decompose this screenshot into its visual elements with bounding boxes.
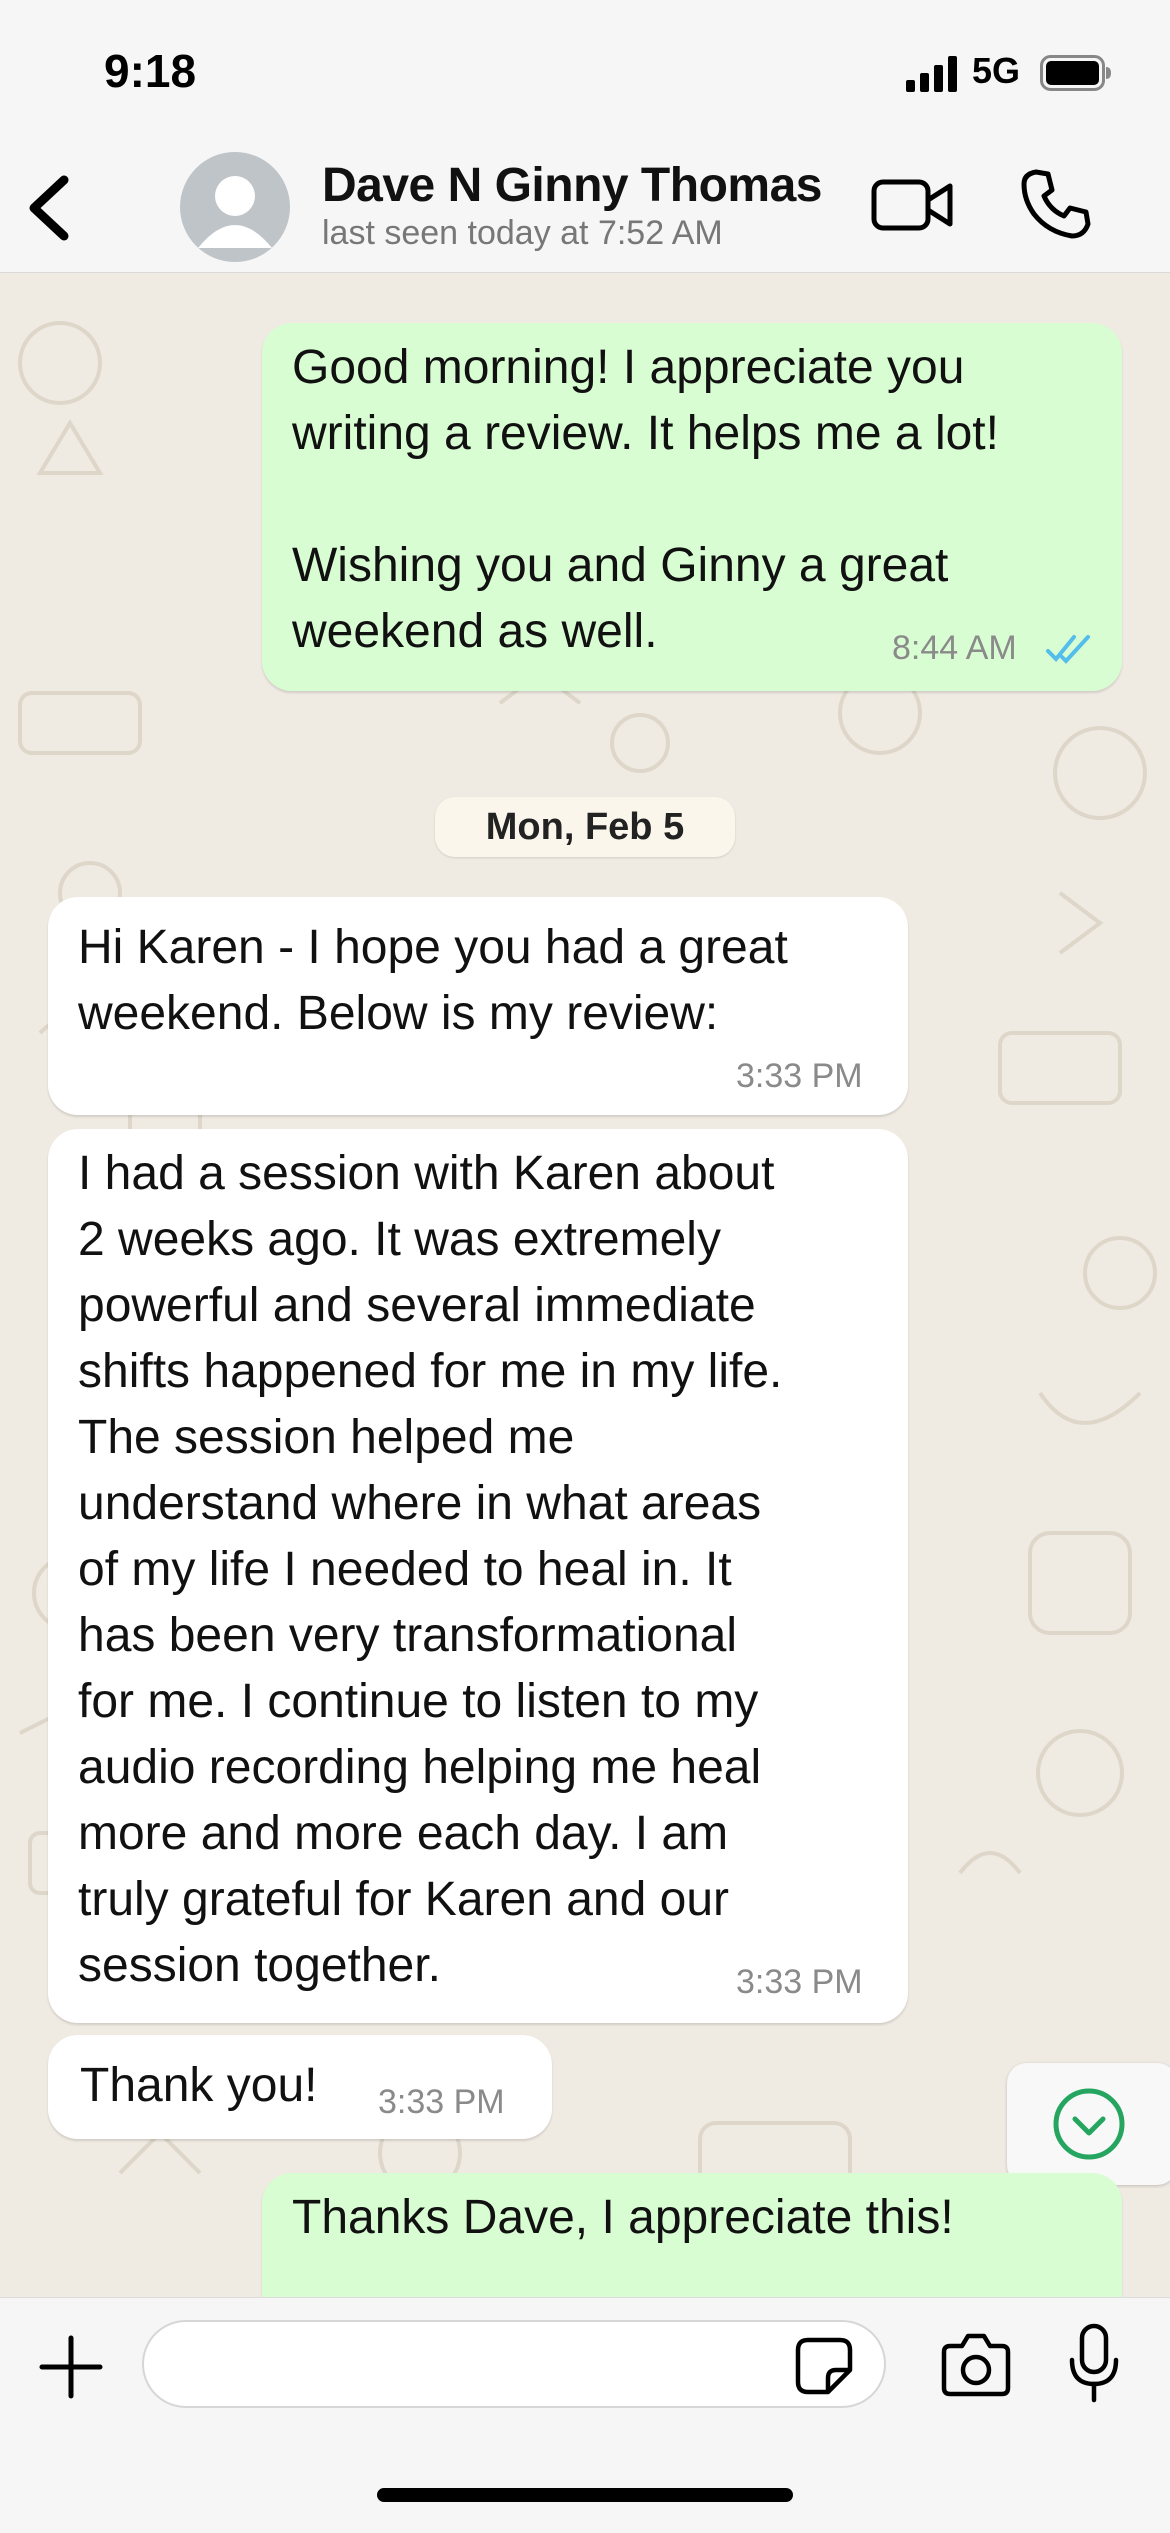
contact-avatar[interactable]	[180, 152, 290, 262]
message-text: I had a session with Karen about 2 weeks…	[78, 1147, 783, 1992]
last-seen-status: last seen today at 7:52 AM	[322, 214, 723, 252]
message-bubble-outgoing[interactable]: Good morning! I appreciate you writing a…	[262, 323, 1122, 691]
microphone-icon[interactable]	[1066, 2322, 1122, 2406]
message-time: 3:33 PM	[736, 1057, 863, 1095]
home-indicator	[377, 2488, 793, 2502]
chevron-down-circle-icon	[1053, 2088, 1125, 2160]
message-input[interactable]	[142, 2320, 886, 2408]
contact-name[interactable]: Dave N Ginny Thomas	[322, 158, 822, 213]
message-bubble-incoming[interactable]: I had a session with Karen about 2 weeks…	[48, 1129, 908, 2023]
message-text: Thank you!	[80, 2059, 318, 2112]
read-receipt-double-check-icon	[1046, 635, 1090, 664]
plus-icon[interactable]	[36, 2332, 106, 2402]
date-divider: Mon, Feb 5	[435, 797, 735, 857]
message-bubble-incoming[interactable]: Thank you! 3:33 PM	[48, 2035, 552, 2139]
chat-area[interactable]: Good morning! I appreciate you writing a…	[0, 273, 1170, 2297]
phone-call-icon[interactable]	[1018, 166, 1094, 242]
signal-bars-icon	[906, 56, 957, 92]
scroll-to-bottom-button[interactable]	[1007, 2063, 1170, 2185]
status-bar: 9:18 5G	[0, 0, 1170, 140]
composer-bar	[0, 2297, 1170, 2533]
message-time: 3:33 PM	[736, 1963, 863, 2001]
camera-icon[interactable]	[940, 2332, 1012, 2398]
message-bubble-incoming[interactable]: Hi Karen - I hope you had a great weeken…	[48, 897, 908, 1115]
sticker-icon[interactable]	[794, 2336, 854, 2396]
back-chevron-icon[interactable]	[20, 168, 80, 248]
message-text: Thanks Dave, I appreciate this!	[292, 2191, 954, 2244]
message-text: Good morning! I appreciate you writing a…	[292, 341, 999, 658]
message-time: 3:33 PM	[378, 2083, 505, 2121]
message-text: Hi Karen - I hope you had a great weeken…	[78, 921, 788, 1040]
status-time: 9:18	[104, 45, 197, 97]
chat-header: Dave N Ginny Thomas last seen today at 7…	[0, 140, 1170, 273]
video-call-icon[interactable]	[870, 170, 954, 240]
battery-icon	[1040, 55, 1111, 91]
message-time: 8:44 AM	[892, 629, 1017, 667]
avatar-placeholder-icon	[198, 176, 272, 248]
message-bubble-outgoing[interactable]: Thanks Dave, I appreciate this!	[262, 2173, 1122, 2297]
network-type: 5G	[972, 50, 1021, 91]
